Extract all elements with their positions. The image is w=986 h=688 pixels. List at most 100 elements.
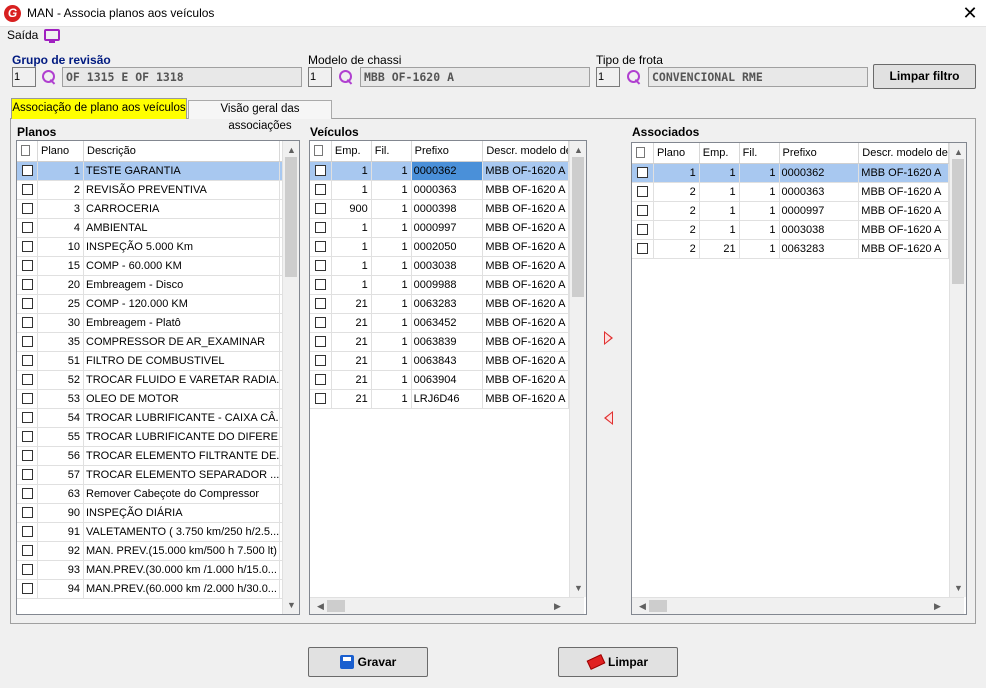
planos-checkbox[interactable] <box>21 374 33 385</box>
veiculos-checkbox[interactable] <box>314 260 326 271</box>
planos-row[interactable]: 56 TROCAR ELEMENTO FILTRANTE DE... <box>17 447 282 466</box>
planos-checkbox-cell[interactable] <box>17 428 38 446</box>
planos-checkbox-cell[interactable] <box>17 561 38 579</box>
associados-vscrollbar[interactable]: ▲ ▼ <box>949 143 966 597</box>
planos-checkbox[interactable] <box>21 241 33 252</box>
associados-row[interactable]: 1 1 1 0000362 MBB OF-1620 A <box>632 164 949 183</box>
veiculos-checkbox-cell[interactable] <box>310 333 332 351</box>
planos-checkbox-cell[interactable] <box>17 504 38 522</box>
associados-scroll-down-icon[interactable]: ▼ <box>950 581 966 595</box>
planos-col-header[interactable]: Descrição <box>84 141 280 161</box>
planos-checkbox-cell[interactable] <box>17 542 38 560</box>
planos-scroll-up-icon[interactable]: ▲ <box>283 143 299 157</box>
planos-checkbox-cell[interactable] <box>17 276 38 294</box>
frota-search-icon[interactable] <box>626 69 642 85</box>
associados-col-header[interactable] <box>632 143 654 163</box>
associados-checkbox-cell[interactable] <box>632 240 654 258</box>
associados-col-header[interactable]: Fil. <box>740 143 780 163</box>
planos-vscroll-thumb[interactable] <box>285 157 297 277</box>
veiculos-row[interactable]: 1 1 0000362 MBB OF-1620 A <box>310 162 570 181</box>
planos-row[interactable]: 57 TROCAR ELEMENTO SEPARADOR ... <box>17 466 282 485</box>
close-icon[interactable]: ✕ <box>958 1 982 25</box>
associados-hscrollbar[interactable]: ◀ ▶ <box>632 597 964 614</box>
veiculos-col-header[interactable]: Fil. <box>372 141 412 161</box>
veiculos-row[interactable]: 1 1 0009988 MBB OF-1620 A <box>310 276 570 295</box>
veiculos-row[interactable]: 1 1 0002050 MBB OF-1620 A <box>310 238 570 257</box>
veiculos-checkbox[interactable] <box>314 317 326 328</box>
veiculos-row[interactable]: 900 1 0000398 MBB OF-1620 A <box>310 200 570 219</box>
veiculos-checkbox[interactable] <box>314 165 326 176</box>
veiculos-checkbox[interactable] <box>314 222 326 233</box>
grupo-search-icon[interactable] <box>41 69 57 85</box>
planos-row[interactable]: 15 COMP - 60.000 KM <box>17 257 282 276</box>
planos-checkbox-cell[interactable] <box>17 523 38 541</box>
planos-checkbox[interactable] <box>21 260 33 271</box>
planos-checkbox-cell[interactable] <box>17 314 38 332</box>
associados-hscroll-thumb[interactable] <box>649 600 667 612</box>
veiculos-col-header[interactable] <box>310 141 332 161</box>
planos-row[interactable]: 30 Embreagem - Platô <box>17 314 282 333</box>
veiculos-hscroll-thumb[interactable] <box>327 600 345 612</box>
planos-row[interactable]: 3 CARROCERIA <box>17 200 282 219</box>
planos-checkbox-cell[interactable] <box>17 295 38 313</box>
associados-row[interactable]: 2 1 1 0000363 MBB OF-1620 A <box>632 183 949 202</box>
tab-visao-geral[interactable]: Visão geral das associações <box>188 100 332 132</box>
associados-scroll-right-icon[interactable]: ▶ <box>929 599 946 613</box>
veiculos-checkbox[interactable] <box>314 336 326 347</box>
veiculos-scroll-up-icon[interactable]: ▲ <box>570 143 586 157</box>
planos-scroll-down-icon[interactable]: ▼ <box>283 598 299 612</box>
veiculos-checkbox[interactable] <box>314 374 326 385</box>
planos-checkbox-cell[interactable] <box>17 371 38 389</box>
associados-col-header[interactable]: Descr. modelo de <box>859 143 949 163</box>
associados-row[interactable]: 2 1 1 0000997 MBB OF-1620 A <box>632 202 949 221</box>
veiculos-checkbox[interactable] <box>314 298 326 309</box>
veiculos-hscrollbar[interactable]: ◀ ▶ <box>310 597 584 614</box>
planos-checkbox[interactable] <box>21 279 33 290</box>
planos-checkbox-cell[interactable] <box>17 352 38 370</box>
planos-checkbox[interactable] <box>21 298 33 309</box>
planos-checkbox[interactable] <box>21 583 33 594</box>
planos-vscrollbar[interactable]: ▲ ▼ <box>282 141 299 614</box>
associados-checkbox-cell[interactable] <box>632 202 654 220</box>
planos-col-header[interactable] <box>17 141 38 161</box>
planos-row[interactable]: 10 INSPEÇÃO 5.000 Km <box>17 238 282 257</box>
planos-row[interactable]: 4 AMBIENTAL <box>17 219 282 238</box>
veiculos-col-header[interactable]: Descr. modelo de <box>483 141 569 161</box>
associados-checkbox-cell[interactable] <box>632 221 654 239</box>
planos-checkbox-cell[interactable] <box>17 390 38 408</box>
veiculos-vscroll-thumb[interactable] <box>572 157 584 297</box>
planos-checkbox-cell[interactable] <box>17 580 38 598</box>
veiculos-checkbox[interactable] <box>314 203 326 214</box>
associados-col-header[interactable]: Emp. <box>700 143 740 163</box>
planos-checkbox-cell[interactable] <box>17 181 38 199</box>
planos-checkbox[interactable] <box>21 450 33 461</box>
planos-checkbox[interactable] <box>21 431 33 442</box>
associados-checkbox[interactable] <box>636 186 648 197</box>
planos-checkbox-cell[interactable] <box>17 257 38 275</box>
associados-col-header[interactable]: Plano <box>654 143 700 163</box>
menu-saida[interactable]: Saída <box>7 28 38 42</box>
modelo-code-field[interactable]: 1 <box>308 67 332 87</box>
planos-row[interactable]: 2 REVISÃO PREVENTIVA <box>17 181 282 200</box>
planos-row[interactable]: 53 OLEO DE MOTOR <box>17 390 282 409</box>
planos-checkbox[interactable] <box>21 526 33 537</box>
veiculos-scroll-down-icon[interactable]: ▼ <box>570 581 586 595</box>
veiculos-checkbox-cell[interactable] <box>310 295 332 313</box>
veiculos-col-header[interactable]: Prefixo <box>412 141 484 161</box>
veiculos-col-header[interactable]: Emp. <box>332 141 372 161</box>
planos-row[interactable]: 52 TROCAR FLUIDO E VARETAR RADIA... <box>17 371 282 390</box>
planos-row[interactable]: 90 INSPEÇÃO DIÁRIA <box>17 504 282 523</box>
associados-row[interactable]: 2 21 1 0063283 MBB OF-1620 A <box>632 240 949 259</box>
monitor-icon[interactable] <box>44 29 60 43</box>
planos-checkbox-cell[interactable] <box>17 162 38 180</box>
planos-checkbox-cell[interactable] <box>17 466 38 484</box>
veiculos-checkbox-cell[interactable] <box>310 371 332 389</box>
associados-checkbox-cell[interactable] <box>632 164 654 182</box>
planos-checkbox[interactable] <box>21 469 33 480</box>
planos-row[interactable]: 91 VALETAMENTO ( 3.750 km/250 h/2.5... <box>17 523 282 542</box>
veiculos-checkbox-cell[interactable] <box>310 257 332 275</box>
associados-checkbox[interactable] <box>636 243 648 254</box>
veiculos-checkbox-cell[interactable] <box>310 314 332 332</box>
veiculos-scroll-right-icon[interactable]: ▶ <box>549 599 566 613</box>
planos-col-header[interactable]: Plano <box>38 141 84 161</box>
